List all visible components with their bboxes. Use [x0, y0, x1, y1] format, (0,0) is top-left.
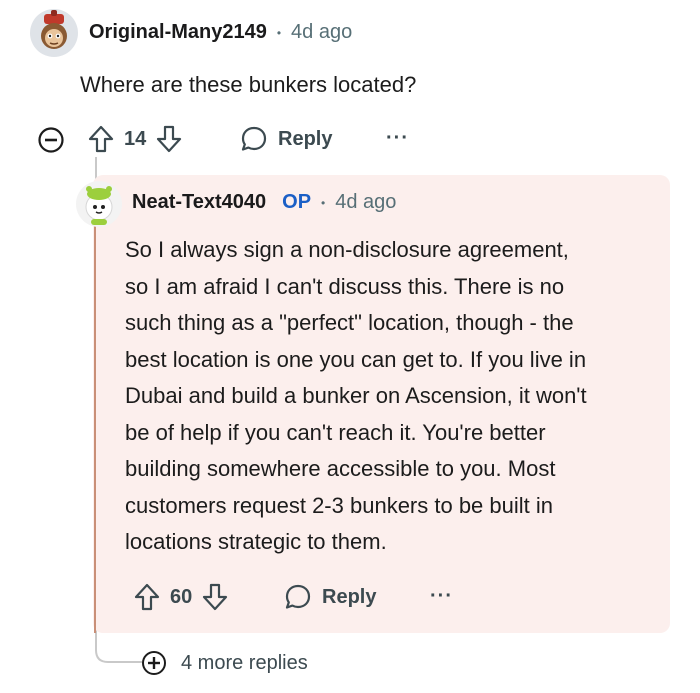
vote-count: 60 [170, 585, 193, 608]
avatar-image [76, 181, 122, 227]
downvote-button[interactable] [202, 583, 228, 611]
text-line: building somewhere accessible to you. Mo… [125, 456, 556, 481]
reply-label: Reply [278, 127, 333, 150]
text-line: Dubai and build a bunker on Ascension, i… [125, 383, 587, 408]
downvote-icon [157, 125, 182, 153]
text-line: customers request 2-3 bunkers to be buil… [125, 492, 554, 518]
upvote-icon [88, 125, 114, 153]
card-accent-line [94, 217, 96, 633]
vote-bar: 14 [88, 125, 182, 153]
plus-circle-icon [142, 651, 166, 675]
thread-connector [95, 640, 142, 663]
vote-bar: 60 [134, 583, 228, 611]
comment-header: Original-Many2149 • 4d ago [89, 21, 352, 44]
username[interactable]: Original-Many2149 [89, 21, 267, 44]
comment-bubble-icon [241, 126, 267, 151]
upvote-icon [134, 583, 160, 611]
text-line: so I am afraid I can't discuss this. The… [125, 273, 565, 299]
reply-label: Reply [322, 585, 377, 608]
timestamp[interactable]: 4d ago [291, 21, 352, 44]
collapse-icon [38, 127, 64, 153]
more-options-button[interactable]: ··· [430, 585, 453, 608]
text-line: such thing as a "perfect" location, thou… [125, 310, 574, 335]
text-line: So I always sign a non-disclosure agreem… [125, 237, 569, 262]
collapse-button[interactable] [37, 126, 65, 159]
comment-bubble-icon [285, 584, 311, 609]
text-line: be of help if you can't reach it. You're… [125, 419, 546, 445]
avatar[interactable] [75, 180, 123, 233]
username[interactable]: Neat-Text4040 [132, 191, 266, 214]
reply-button[interactable]: Reply [240, 125, 332, 153]
vote-count: 14 [124, 127, 147, 150]
text-line: locations strategic to them. [125, 529, 387, 554]
upvote-button[interactable] [134, 583, 160, 611]
reply-header: Neat-Text4040 OP • 4d ago [132, 191, 396, 214]
op-badge: OP [282, 191, 312, 213]
separator-dot: • [321, 195, 326, 210]
comment-text: Where are these bunkers located? [80, 72, 417, 97]
text-line: best location is one you can get to. If … [125, 346, 587, 372]
downvote-button[interactable] [156, 125, 182, 153]
reply-text: So I always sign a non-disclosure agreem… [125, 232, 670, 561]
more-options-button[interactable]: ··· [386, 127, 409, 150]
upvote-button[interactable] [88, 125, 114, 153]
downvote-icon [203, 583, 228, 611]
avatar-image [30, 9, 78, 57]
more-replies-label: 4 more replies [181, 651, 308, 674]
reply-button[interactable]: Reply [284, 583, 376, 611]
timestamp[interactable]: 4d ago [335, 191, 396, 214]
more-replies-button[interactable]: 4 more replies [141, 650, 308, 676]
avatar[interactable] [30, 9, 78, 57]
separator-dot: • [276, 25, 282, 40]
